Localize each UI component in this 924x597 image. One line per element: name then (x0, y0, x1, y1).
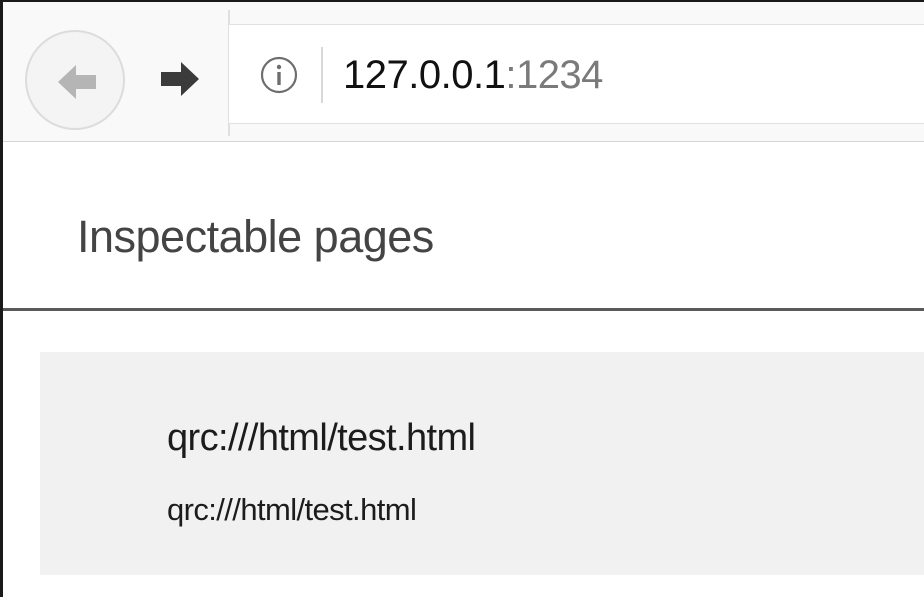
url-host: 127.0.0.1 (343, 53, 506, 97)
forward-button[interactable] (155, 54, 205, 104)
back-button-circle (25, 30, 125, 130)
address-bar[interactable]: 127.0.0.1:1234 (229, 24, 924, 124)
inspectable-page-item[interactable]: qrc:///html/test.html qrc:///html/test.h… (40, 352, 924, 575)
page-item-url: qrc:///html/test.html (167, 492, 417, 527)
page-item-title[interactable]: qrc:///html/test.html (167, 414, 476, 462)
forward-arrow-icon (161, 62, 199, 96)
browser-window: 127.0.0.1:1234 Inspectable pages qrc:///… (0, 0, 924, 597)
back-arrow-icon (58, 65, 96, 99)
address-url[interactable]: 127.0.0.1:1234 (343, 50, 603, 100)
info-icon[interactable] (259, 55, 299, 95)
title-divider (3, 308, 924, 311)
back-button[interactable] (25, 30, 131, 130)
browser-toolbar: 127.0.0.1:1234 (3, 2, 924, 142)
url-port: :1234 (505, 53, 603, 97)
address-bar-divider (321, 47, 323, 103)
page-title: Inspectable pages (77, 211, 434, 262)
